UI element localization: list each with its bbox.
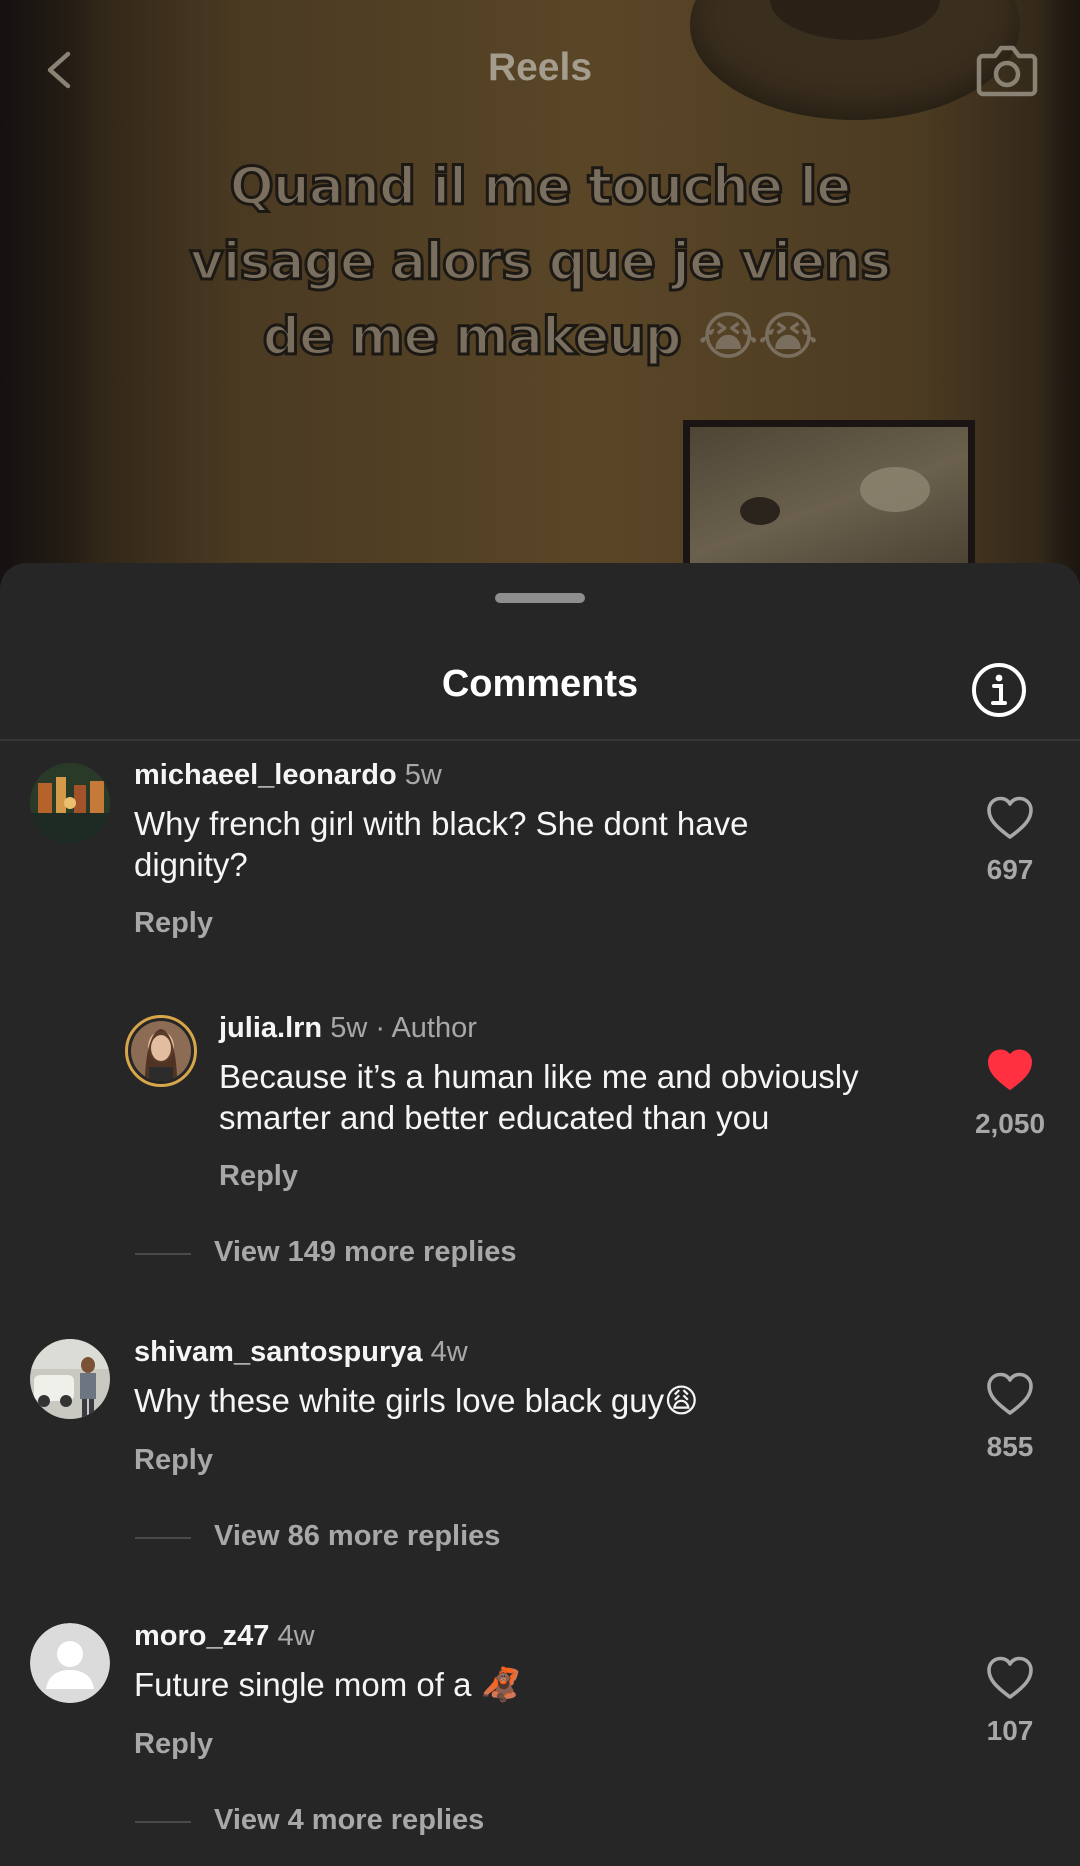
comment-text: Why these white girls love black guy😩 <box>134 1380 874 1421</box>
view-more-replies[interactable]: View 4 more replies <box>214 1804 484 1837</box>
heart-icon[interactable] <box>985 795 1035 841</box>
comment-text: Future single mom of a 🦧 <box>134 1664 874 1705</box>
avatar[interactable] <box>125 1015 197 1087</box>
view-replies-line <box>135 1537 191 1539</box>
comment-text-body: Future single mom of a <box>134 1666 481 1703</box>
comment-timestamp: 4w <box>277 1620 315 1652</box>
heart-filled-icon[interactable] <box>985 1047 1035 1093</box>
page-title: Reels <box>487 46 593 89</box>
view-more-replies[interactable]: View 86 more replies <box>214 1520 500 1553</box>
like-count: 855 <box>986 1431 1034 1462</box>
info-icon[interactable] <box>970 661 1028 719</box>
comment-timestamp: 4w <box>430 1336 468 1368</box>
comment-username[interactable]: michaeel_leonardo 5w <box>134 759 442 792</box>
comment-text-body: Why these white girls love black guy <box>134 1382 665 1419</box>
like-count: 697 <box>986 854 1034 885</box>
comment-username[interactable]: shivam_santospurya 4w <box>134 1336 468 1369</box>
comments-title: Comments <box>441 663 639 705</box>
heart-icon[interactable] <box>985 1371 1035 1417</box>
reel-caption: Quand il me touche le visage alors que j… <box>130 150 950 375</box>
caption-line: visage alors que je viens <box>188 231 892 294</box>
avatar[interactable] <box>30 1339 110 1419</box>
frame-flower-dark <box>740 497 780 525</box>
camera-icon[interactable] <box>975 40 1039 100</box>
view-replies-line <box>135 1821 191 1823</box>
frame-flower <box>860 467 930 512</box>
comments-sheet[interactable]: Comments michaeel_leonardo 5w Why french <box>0 563 1080 1866</box>
username-text[interactable]: michaeel_leonardo <box>134 759 397 791</box>
video-edge-shade <box>1040 0 1080 600</box>
comment-text: Because it’s a human like me and obvious… <box>219 1058 859 1136</box>
like-count: 107 <box>986 1715 1034 1746</box>
reply-button[interactable]: Reply <box>134 907 213 940</box>
comment-username[interactable]: moro_z47 4w <box>134 1620 315 1653</box>
username-text[interactable]: shivam_santospurya <box>134 1336 423 1368</box>
reply-button[interactable]: Reply <box>134 1444 213 1477</box>
weary-face-emoji: 😩 <box>664 1381 699 1420</box>
avatar-default[interactable] <box>30 1623 110 1703</box>
header-divider <box>0 739 1080 741</box>
sheet-drag-handle[interactable] <box>495 593 585 603</box>
username-text[interactable]: moro_z47 <box>134 1620 269 1652</box>
orangutan-emoji: 🦧 <box>480 1665 522 1704</box>
reply-button[interactable]: Reply <box>134 1728 213 1761</box>
reply-button[interactable]: Reply <box>219 1160 298 1193</box>
avatar[interactable] <box>30 763 110 843</box>
comment-timestamp: 5w · Author <box>330 1012 477 1044</box>
caption-line: Quand il me touche le <box>228 156 853 219</box>
comment-text: Why french girl with black? She dont hav… <box>134 805 749 883</box>
heart-icon[interactable] <box>985 1655 1035 1701</box>
caption-line-text: de me makeup <box>261 306 683 369</box>
username-text[interactable]: julia.lrn <box>219 1012 322 1044</box>
view-more-replies[interactable]: View 149 more replies <box>214 1236 517 1269</box>
caption-line: de me makeup 😭😭 <box>130 300 950 375</box>
view-replies-line <box>135 1253 191 1255</box>
crying-emoji: 😭😭 <box>697 307 819 367</box>
like-count: 2,050 <box>974 1108 1046 1139</box>
comment-timestamp: 5w <box>404 759 442 791</box>
comment-username[interactable]: julia.lrn 5w · Author <box>219 1012 477 1045</box>
